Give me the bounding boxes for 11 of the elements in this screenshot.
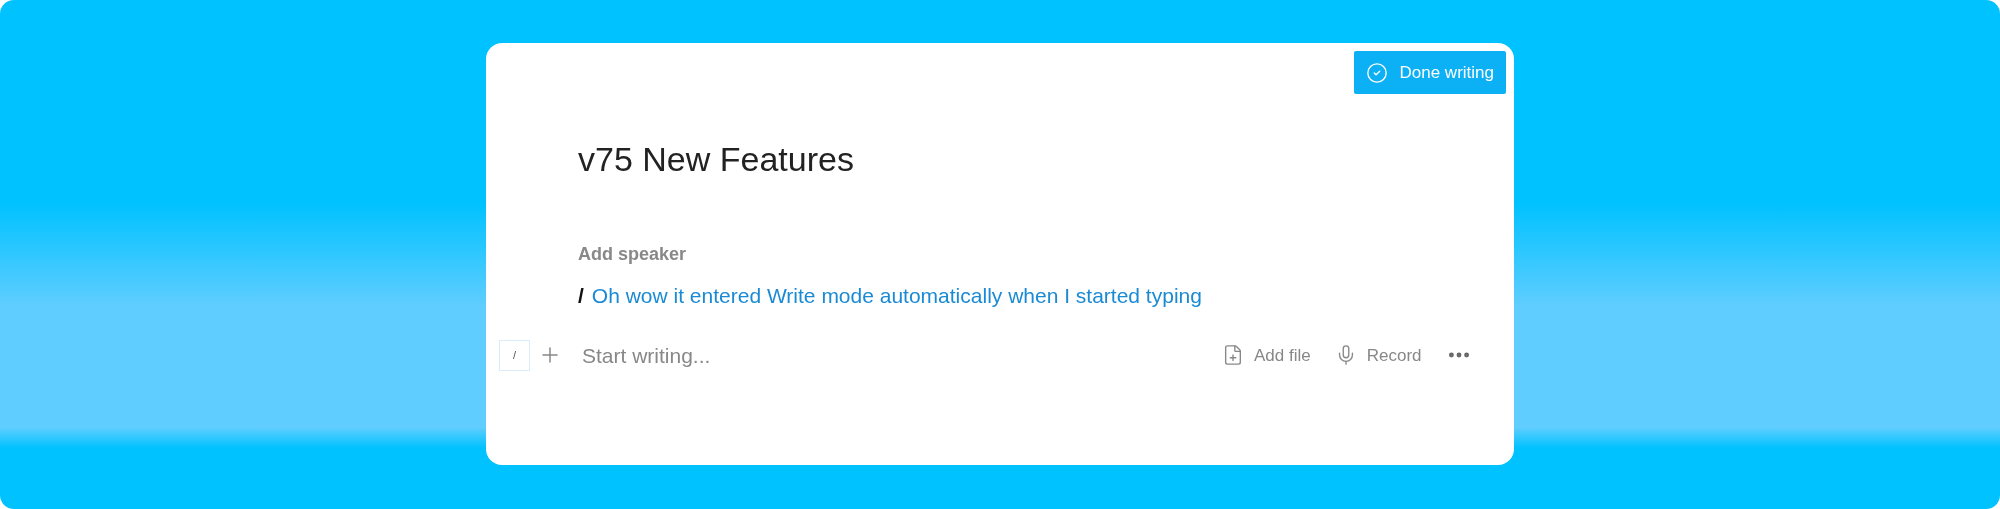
check-icon [1365,61,1388,84]
entry-text: Oh wow it entered Write mode automatically when I started typing [591,283,1202,309]
slash-marker: / [578,283,584,309]
shortcut-key[interactable]: / [499,339,530,371]
document-title: v75 New Features [578,139,855,180]
add-speaker-link[interactable]: Add speaker [578,241,687,268]
writing-field[interactable]: Start writing... [582,339,1082,371]
file-plus-icon [1222,344,1244,367]
add-file-button[interactable]: Add file [1222,342,1311,368]
done-writing-button[interactable]: Done writing [1353,51,1506,94]
record-button[interactable]: Record [1334,342,1422,368]
